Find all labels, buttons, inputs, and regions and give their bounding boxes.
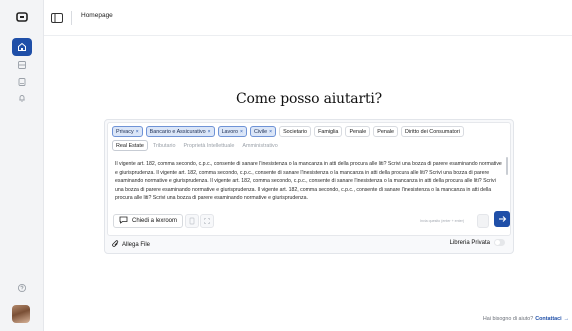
practice-area-tags-2: Real Estate Tributario Proprietà Intelle… [112,140,281,151]
send-hint: Invia quesito (enter + enter) [420,219,465,223]
help-footer: Hai bisogno di aiuto? Contattaci → [482,316,569,322]
scrollbar[interactable] [506,157,508,175]
side-rail [0,0,44,331]
file-icon[interactable] [185,214,199,228]
remove-icon[interactable]: × [269,129,272,135]
attach-file-button[interactable]: Allega File [112,240,150,250]
practice-area-tags: Privacy × Bancario e Assicurativo × Lavoro… [112,126,464,137]
help-icon[interactable] [12,279,32,297]
breadcrumb[interactable]: Homepage [81,12,113,19]
tag-penale-2[interactable]: Penale [373,126,399,137]
remove-icon[interactable]: × [240,129,243,135]
page-title: Come posso aiutarti? [236,91,382,107]
tag-consumatori[interactable]: Diritto dei Consumatori [401,126,464,137]
send-arrow-icon [498,210,507,228]
tag-famiglia[interactable]: Famiglia [314,126,343,137]
top-bar: Homepage [44,0,572,36]
tag-privacy[interactable]: Privacy × [112,126,143,137]
tag-civile[interactable]: Civile × [249,126,277,137]
tag-societario[interactable]: Societario [279,126,312,137]
archive-icon[interactable] [12,56,32,74]
tag-penale[interactable]: Penale [345,126,371,137]
remove-icon[interactable]: × [136,129,139,135]
tag-lavoro[interactable]: Lavoro × [217,126,247,137]
tag-bancario[interactable]: Bancario e Assicurativo × [145,126,215,137]
divider [71,11,72,25]
private-library-toggle[interactable]: Libreria Privata [450,239,505,246]
paperclip-icon [112,240,119,250]
tag-real-estate[interactable]: Real Estate [112,140,148,151]
app-logo-icon[interactable] [14,11,30,23]
prompt-textarea[interactable]: Il vigente art. 182, comma secondo, c.p.… [111,158,507,212]
send-button[interactable] [494,211,510,227]
home-icon[interactable] [12,38,32,56]
expand-icon[interactable] [200,214,214,228]
toggle-switch[interactable] [494,239,505,246]
bell-icon[interactable] [12,89,32,107]
query-composer: Privacy × Bancario e Assicurativo × Lavoro… [107,122,511,236]
ask-lexroom-button[interactable]: Chiedi a lexroom [113,214,183,228]
tag-amministrativo[interactable]: Amministrativo [239,140,280,151]
query-card: Privacy × Bancario e Assicurativo × Lavoro… [104,119,514,254]
chat-icon [119,216,128,226]
avatar[interactable] [12,305,30,323]
tag-proprieta-intellettuale[interactable]: Proprietà Intellettuale [180,140,237,151]
tag-tributario[interactable]: Tributario [150,140,179,151]
arrow-right-icon[interactable]: → [564,316,569,322]
remove-icon[interactable]: × [208,129,211,135]
stop-button[interactable] [477,214,489,228]
sidebar-toggle-icon[interactable] [50,11,64,25]
contact-link[interactable]: Contattaci [535,316,561,322]
